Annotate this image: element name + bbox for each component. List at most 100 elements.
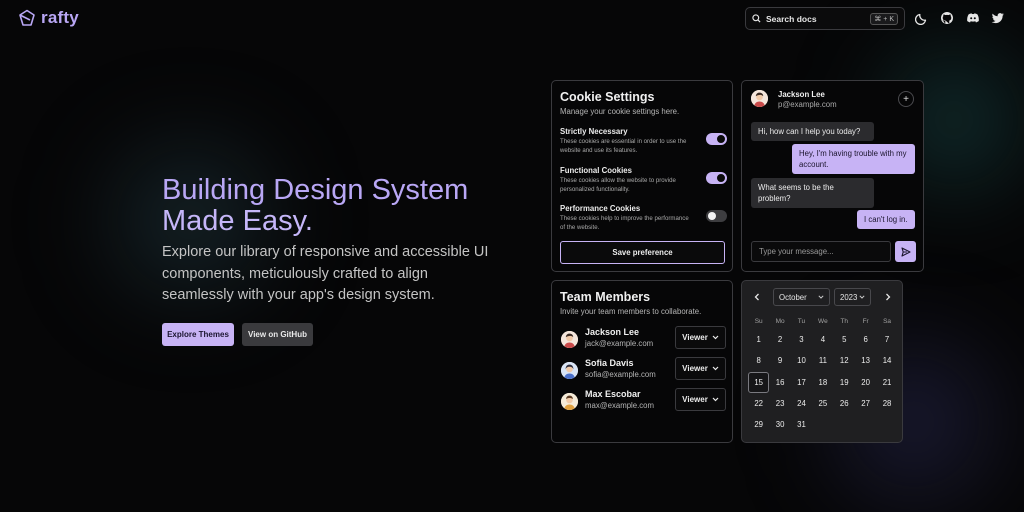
calendar-day[interactable]: 24 xyxy=(791,393,812,414)
calendar-day[interactable]: 26 xyxy=(834,393,855,414)
avatar-icon xyxy=(561,393,578,410)
search-label: Search docs xyxy=(766,13,817,24)
save-preference-button[interactable]: Save preference xyxy=(560,241,725,264)
team-member-row: Jackson Lee jack@example.com Viewer xyxy=(560,326,726,352)
calendar-day[interactable]: 20 xyxy=(855,372,876,393)
twitter-icon[interactable] xyxy=(991,11,1005,25)
team-member-row: Max Escobar max@example.com Viewer xyxy=(560,388,726,414)
search-shortcut: ⌘ + K xyxy=(870,12,898,25)
chat-user-email: p@example.com xyxy=(778,100,837,109)
calendar-day[interactable]: 27 xyxy=(855,393,876,414)
member-email: sofia@example.com xyxy=(585,370,656,379)
calendar-day[interactable]: 21 xyxy=(876,372,897,393)
calendar-day[interactable]: 19 xyxy=(834,372,855,393)
performance-cookies-toggle[interactable] xyxy=(706,210,727,222)
calendar-day[interactable]: 18 xyxy=(812,372,833,393)
explore-themes-button[interactable]: Explore Themes xyxy=(162,323,234,346)
send-button[interactable] xyxy=(895,241,916,262)
chat-user-name: Jackson Lee xyxy=(778,90,825,99)
chevron-down-icon xyxy=(712,397,719,402)
calendar-day[interactable]: 8 xyxy=(748,350,769,371)
toggle-knob xyxy=(708,212,716,220)
chevron-down-icon xyxy=(712,335,719,340)
team-members-title: Team Members xyxy=(560,290,651,304)
previous-month-button[interactable] xyxy=(748,289,766,305)
discord-icon[interactable] xyxy=(966,11,980,25)
member-role-value: Viewer xyxy=(682,364,708,373)
member-role-select[interactable]: Viewer xyxy=(675,388,726,411)
strictly-necessary-toggle[interactable] xyxy=(706,133,727,145)
calendar-week: 29 30 31 xyxy=(748,414,898,435)
calendar-day-empty xyxy=(855,414,876,435)
calendar-day[interactable]: 5 xyxy=(834,329,855,350)
next-month-button[interactable] xyxy=(879,289,897,305)
weekday-label: Mo xyxy=(775,318,785,325)
cookie-item-performance: Performance Cookies These cookies help t… xyxy=(560,204,728,232)
calendar-day[interactable]: 9 xyxy=(769,350,790,371)
chat-message-input[interactable]: Type your message... xyxy=(751,241,891,262)
calendar-day[interactable]: 14 xyxy=(876,350,897,371)
new-message-button[interactable]: + xyxy=(898,91,914,107)
github-icon[interactable] xyxy=(940,11,954,25)
plus-icon: + xyxy=(903,93,909,105)
calendar-day-empty xyxy=(876,414,897,435)
weekday-label: Th xyxy=(840,318,849,325)
member-email: jack@example.com xyxy=(585,339,654,348)
cookie-settings-card: Cookie Settings Manage your cookie setti… xyxy=(551,80,733,272)
member-role-value: Viewer xyxy=(682,333,708,342)
cookie-item-name: Strictly Necessary xyxy=(560,127,628,136)
cookie-item-text: These cookies allow the website to provi… xyxy=(560,177,676,193)
calendar-day-selected[interactable]: 15 xyxy=(748,371,770,393)
calendar-day[interactable]: 4 xyxy=(812,329,833,350)
calendar-day[interactable]: 6 xyxy=(855,329,876,350)
calendar-day[interactable]: 16 xyxy=(769,372,790,393)
team-members-card: Team Members Invite your team members to… xyxy=(551,280,733,443)
chat-message-sent: Hey, I'm having trouble with my account. xyxy=(792,144,915,174)
calendar-day[interactable]: 1 xyxy=(748,329,769,350)
cookie-item-strictly-necessary: Strictly Necessary These cookies are ess… xyxy=(560,127,728,155)
calendar-day[interactable]: 7 xyxy=(876,329,897,350)
calendar-day[interactable]: 25 xyxy=(812,393,833,414)
avatar xyxy=(561,331,578,348)
functional-cookies-toggle[interactable] xyxy=(706,172,727,184)
calendar-week: 8 9 10 11 12 13 14 xyxy=(748,350,898,371)
calendar-day[interactable]: 29 xyxy=(748,414,769,435)
chat-message-received: What seems to be the problem? xyxy=(751,178,874,208)
calendar-day[interactable]: 30 xyxy=(769,414,790,435)
avatar-icon xyxy=(561,331,578,348)
weekday-label: Fr xyxy=(862,318,869,325)
weekday-label: Tu xyxy=(797,318,806,325)
logo-text: rafty xyxy=(41,8,79,27)
search-icon xyxy=(752,14,761,23)
calendar-day[interactable]: 31 xyxy=(791,414,812,435)
view-on-github-button[interactable]: View on GitHub xyxy=(242,323,313,346)
member-name: Max Escobar xyxy=(585,389,641,399)
chat-message-received: Hi, how can I help you today? xyxy=(751,122,874,141)
month-select[interactable]: October xyxy=(773,288,830,306)
calendar-day[interactable]: 10 xyxy=(791,350,812,371)
chevron-down-icon xyxy=(859,295,865,299)
calendar-day[interactable]: 3 xyxy=(791,329,812,350)
calendar-day[interactable]: 2 xyxy=(769,329,790,350)
hero-title-line-2: Made Easy. xyxy=(162,205,313,237)
calendar-day[interactable]: 28 xyxy=(876,393,897,414)
month-value: October xyxy=(779,292,807,302)
toggle-knob xyxy=(717,174,725,182)
member-role-select[interactable]: Viewer xyxy=(675,357,726,380)
calendar-day[interactable]: 22 xyxy=(748,393,769,414)
calendar-day[interactable]: 17 xyxy=(791,372,812,393)
logo[interactable]: rafty xyxy=(18,8,79,28)
search-button[interactable]: Search docs ⌘ + K xyxy=(745,7,905,30)
member-role-select[interactable]: Viewer xyxy=(675,326,726,349)
calendar-day[interactable]: 11 xyxy=(812,350,833,371)
avatar xyxy=(561,362,578,379)
calendar-week: 15 16 17 18 19 20 21 xyxy=(748,371,898,393)
calendar-week: 22 23 24 25 26 27 28 xyxy=(748,393,898,414)
calendar-day[interactable]: 12 xyxy=(834,350,855,371)
year-select[interactable]: 2023 xyxy=(834,288,871,306)
moon-icon[interactable] xyxy=(915,11,929,25)
calendar-day[interactable]: 13 xyxy=(855,350,876,371)
weekday-label: We xyxy=(818,318,828,325)
site-header: rafty Search docs ⌘ + K xyxy=(0,0,1024,36)
calendar-day[interactable]: 23 xyxy=(769,393,790,414)
